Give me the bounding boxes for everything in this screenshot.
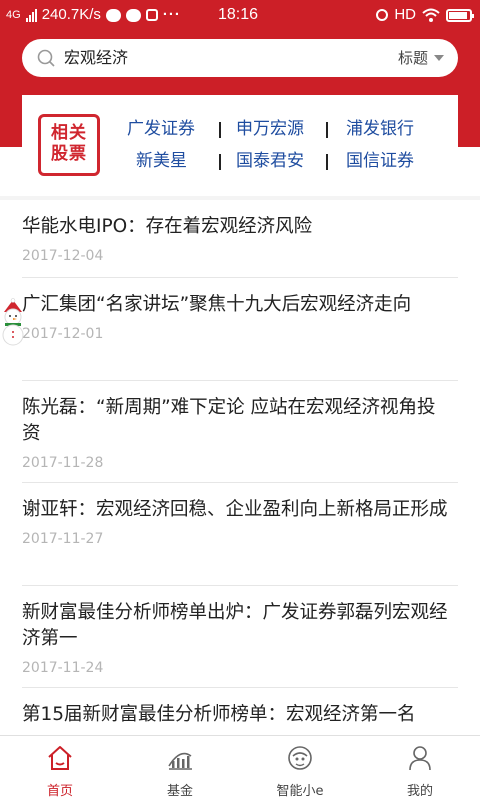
news-title: 陈光磊：“新周期”难下定论 应站在宏观经济视角投资	[22, 397, 436, 444]
status-right: HD	[376, 6, 474, 24]
tab-label: 我的	[406, 784, 433, 799]
badge-line-2: 股票	[51, 144, 87, 164]
chevron-down-icon	[434, 55, 444, 61]
hd-indicator: HD	[394, 6, 416, 23]
news-item[interactable]: 陈光磊：“新周期”难下定论 应站在宏观经济视角投资 2017-11-28	[22, 381, 458, 483]
stock-link[interactable]: 新美星	[136, 150, 187, 172]
tab-label: 基金	[166, 784, 193, 799]
network-type: 4G	[6, 9, 21, 21]
news-date: 2017-12-04	[22, 248, 104, 264]
stock-link[interactable]: 国信证券	[346, 150, 414, 172]
tab-home[interactable]: 首页	[0, 736, 120, 801]
signal-icon	[25, 8, 37, 22]
news-date: 2017-11-27	[22, 531, 104, 547]
news-item[interactable]: 广汇集团“名家讲坛”聚焦十九大后宏观经济走向 2017-12-01	[22, 278, 458, 381]
person-icon	[409, 746, 431, 771]
divider	[219, 154, 221, 170]
message-icon	[125, 8, 141, 22]
status-bar: 4G 240.7K/s ··· 18:16 HD	[0, 0, 480, 30]
search-box[interactable]: 宏观经济 标题	[22, 39, 458, 77]
search-icon	[37, 49, 55, 67]
battery-icon	[446, 8, 474, 22]
news-title: 新财富最佳分析师榜单出炉：广发证券郭磊列宏观经济第一	[22, 602, 448, 649]
divider	[326, 122, 328, 138]
fund-chart-icon	[168, 752, 192, 770]
stock-link[interactable]: 申万宏源	[236, 118, 304, 140]
news-date: 2017-12-01	[22, 326, 104, 342]
wechat-icon	[105, 8, 121, 22]
search-scope-dropdown[interactable]: 标题	[398, 39, 444, 77]
news-title: 华能水电IPO：存在着宏观经济风险	[22, 216, 313, 237]
tab-smart-assistant[interactable]: 智能小e	[240, 736, 360, 801]
divider	[326, 154, 328, 170]
news-item[interactable]: 谢亚轩：宏观经济回稳、企业盈利向上新格局正形成 2017-11-27	[22, 483, 458, 586]
wifi-icon	[422, 8, 440, 22]
tab-label: 首页	[46, 784, 73, 799]
status-left: 4G 240.7K/s ···	[6, 6, 181, 24]
tab-mine[interactable]: 我的	[360, 736, 480, 801]
more-notifications-icon: ···	[162, 6, 181, 23]
news-date: 2017-11-28	[22, 455, 104, 471]
news-item[interactable]: 新财富最佳分析师榜单出炉：广发证券郭磊列宏观经济第一 2017-11-24	[22, 586, 458, 688]
alarm-icon	[376, 9, 389, 21]
bottom-nav: 首页 基金 智能小e 我的	[0, 735, 480, 801]
news-list[interactable]: 华能水电IPO：存在着宏观经济风险 2017-12-04 广汇集团“名家讲坛”聚…	[0, 200, 480, 735]
news-title: 广汇集团“名家讲坛”聚焦十九大后宏观经济走向	[22, 294, 412, 315]
search-input[interactable]: 宏观经济	[64, 39, 128, 77]
home-icon	[48, 746, 72, 770]
news-date: 2017-11-24	[22, 660, 104, 676]
app-notification-icon	[145, 9, 158, 21]
clock: 18:16	[218, 6, 259, 23]
divider	[219, 122, 221, 138]
badge-line-1: 相关	[51, 123, 87, 143]
stock-link[interactable]: 浦发银行	[346, 118, 414, 140]
stock-link[interactable]: 国泰君安	[236, 150, 304, 172]
tab-label: 智能小e	[276, 784, 324, 799]
news-item[interactable]: 第15届新财富最佳分析师榜单：宏观经济第一名	[22, 688, 458, 735]
related-stocks-badge: 相关 股票	[38, 114, 100, 176]
news-title: 谢亚轩：宏观经济回稳、企业盈利向上新格局正形成	[22, 499, 448, 520]
stock-link[interactable]: 广发证券	[127, 118, 195, 140]
related-stocks-card: 相关 股票 广发证券 申万宏源 浦发银行 新美星 国泰君安 国信证券	[22, 95, 458, 195]
search-scope-label: 标题	[397, 49, 428, 67]
tab-fund[interactable]: 基金	[120, 736, 240, 801]
news-title: 第15届新财富最佳分析师榜单：宏观经济第一名	[22, 704, 416, 725]
snowman-icon[interactable]	[0, 298, 28, 346]
robot-icon	[288, 746, 312, 770]
news-item[interactable]: 华能水电IPO：存在着宏观经济风险 2017-12-04	[22, 200, 458, 278]
network-speed: 240.7K/s	[41, 6, 101, 23]
